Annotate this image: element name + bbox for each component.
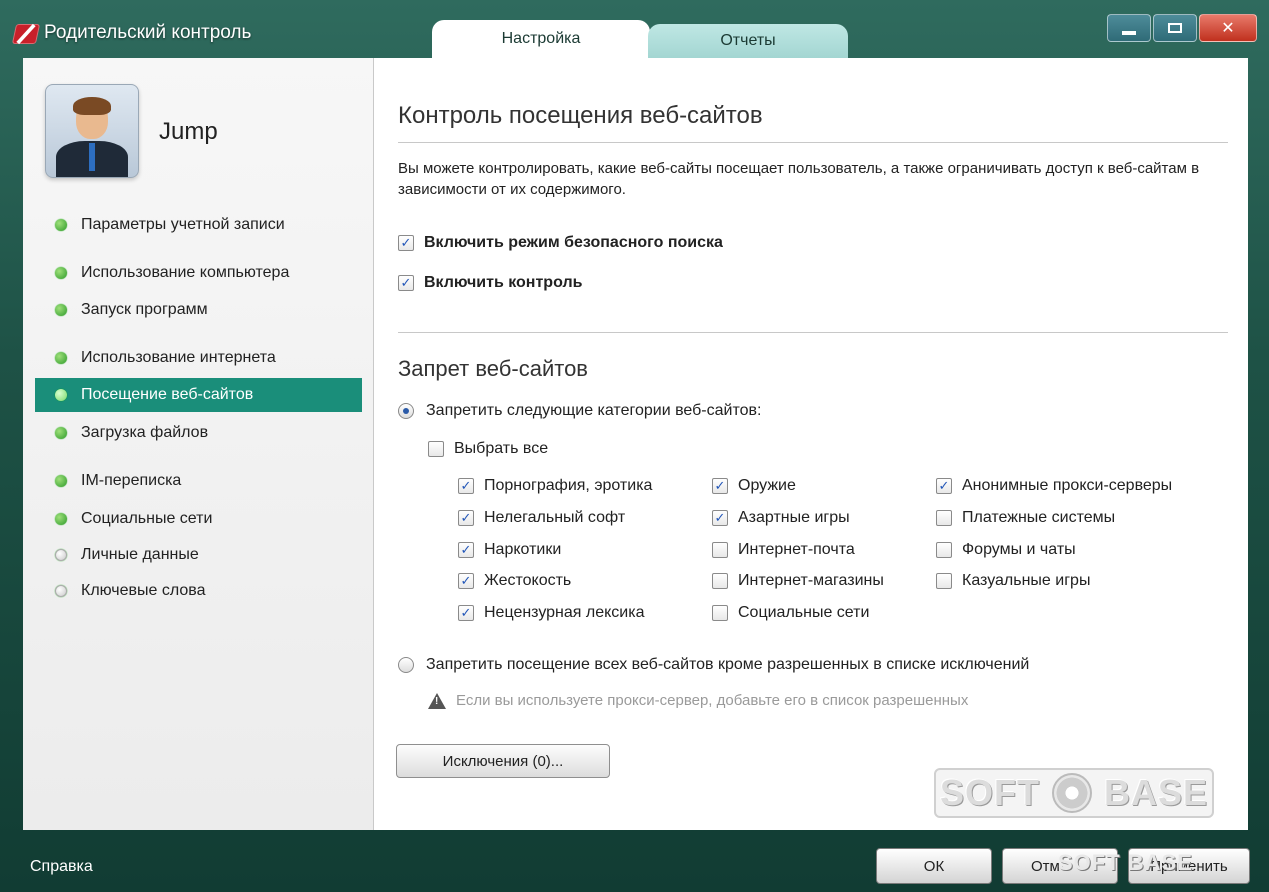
status-dot-off-icon	[55, 549, 67, 561]
user-name: Jump	[159, 118, 218, 145]
checkbox-empty-icon	[428, 441, 444, 457]
sidebar-item-file-downloads[interactable]: Загрузка файлов	[35, 416, 362, 450]
category-checkbox[interactable]: ✓ Анонимные прокси-серверы	[936, 477, 1172, 495]
sidebar-item-personal-data[interactable]: Личные данные	[35, 538, 362, 572]
checkbox-checked-icon: ✓	[458, 478, 474, 494]
status-dot-icon	[55, 513, 67, 525]
category-checkbox[interactable]: ✓ Порнография, эротика	[458, 477, 652, 495]
page-description: Вы можете контролировать, какие веб-сайт…	[398, 160, 1200, 198]
checkbox-empty-icon	[936, 573, 952, 589]
category-checkbox[interactable]: Интернет-магазины	[712, 572, 884, 590]
checkbox-empty-icon	[712, 542, 728, 558]
category-checkbox[interactable]: Социальные сети	[712, 604, 869, 622]
checkbox-empty-icon	[712, 605, 728, 621]
maximize-icon	[1168, 23, 1182, 33]
footer-watermark: SOFT BASE	[1058, 850, 1193, 875]
checkbox-checked-icon: ✓	[458, 510, 474, 526]
minimize-button[interactable]	[1107, 14, 1151, 42]
category-checkbox[interactable]: ✓ Нелегальный софт	[458, 509, 625, 527]
status-dot-icon	[55, 427, 67, 439]
checkbox-checked-icon: ✓	[458, 573, 474, 589]
status-dot-icon	[55, 219, 67, 231]
section-title-block: Запрет веб-сайтов	[398, 356, 588, 381]
checkbox-checked-icon: ✓	[936, 478, 952, 494]
select-all-checkbox[interactable]: Выбрать все	[428, 440, 548, 458]
divider	[398, 332, 1228, 333]
window-title: Родительский контроль	[44, 22, 252, 43]
main-content: Контроль посещения веб-сайтов Вы можете …	[374, 58, 1248, 830]
category-checkbox[interactable]: ✓ Азартные игры	[712, 509, 850, 527]
sidebar-item-account-settings[interactable]: Параметры учетной записи	[35, 208, 362, 242]
category-checkbox[interactable]: Казуальные игры	[936, 572, 1090, 590]
status-dot-off-icon	[55, 585, 67, 597]
sidebar-item-im-messaging[interactable]: IM-переписка	[35, 464, 362, 498]
checkbox-checked-icon: ✓	[458, 542, 474, 558]
tab-settings[interactable]: Настройка	[432, 20, 650, 58]
minimize-icon	[1122, 31, 1136, 35]
divider	[398, 142, 1228, 143]
radio-selected-icon	[398, 403, 414, 419]
window-controls: ✕	[1107, 14, 1257, 42]
safe-search-checkbox[interactable]: ✓ Включить режим безопасного поиска	[398, 234, 723, 252]
checkbox-empty-icon	[936, 510, 952, 526]
help-link[interactable]: Справка	[30, 858, 93, 876]
category-checkbox[interactable]: Интернет-почта	[712, 541, 855, 559]
ok-button[interactable]: ОК	[876, 848, 992, 884]
footer: Справка ОК Отм Применить SOFT BASE	[0, 830, 1269, 892]
category-checkbox[interactable]: Форумы и чаты	[936, 541, 1076, 559]
category-checkbox[interactable]: ✓ Жестокость	[458, 572, 571, 590]
avatar[interactable]	[45, 84, 139, 178]
sidebar-item-program-launch[interactable]: Запуск программ	[35, 293, 362, 327]
gear-icon	[1051, 773, 1092, 813]
title-bar: Родительский контроль Настройка Отчеты ✕	[0, 0, 1269, 58]
status-dot-icon	[55, 267, 67, 279]
category-checkbox[interactable]: ✓ Нецензурная лексика	[458, 604, 645, 622]
parental-control-window: Родительский контроль Настройка Отчеты ✕…	[0, 0, 1269, 892]
status-dot-icon	[55, 475, 67, 487]
tab-reports[interactable]: Отчеты	[648, 24, 848, 58]
kaspersky-logo-icon	[11, 24, 41, 44]
proxy-warning: Если вы используете прокси-сервер, добав…	[428, 692, 968, 709]
checkbox-checked-icon: ✓	[712, 510, 728, 526]
checkbox-checked-icon: ✓	[398, 235, 414, 251]
sidebar-item-internet-usage[interactable]: Использование интернета	[35, 341, 362, 375]
radio-block-categories[interactable]: Запретить следующие категории веб-сайтов…	[398, 402, 761, 420]
enable-control-checkbox[interactable]: ✓ Включить контроль	[398, 274, 582, 292]
sidebar-item-social-networks[interactable]: Социальные сети	[35, 502, 362, 536]
sidebar-item-computer-usage[interactable]: Использование компьютера	[35, 256, 362, 290]
radio-unselected-icon	[398, 657, 414, 673]
status-dot-icon	[55, 352, 67, 364]
checkbox-empty-icon	[712, 573, 728, 589]
checkbox-checked-icon: ✓	[458, 605, 474, 621]
sidebar-item-keywords[interactable]: Ключевые слова	[35, 574, 362, 608]
radio-block-all-except[interactable]: Запретить посещение всех веб-сайтов кром…	[398, 656, 1029, 674]
close-button[interactable]: ✕	[1199, 14, 1257, 42]
exceptions-button[interactable]: Исключения (0)...	[396, 744, 610, 778]
status-dot-icon	[55, 304, 67, 316]
page-title: Контроль посещения веб-сайтов	[398, 102, 763, 129]
category-checkbox[interactable]: ✓ Оружие	[712, 477, 796, 495]
status-dot-icon	[55, 389, 67, 401]
sidebar: Jump Параметры учетной записи Использова…	[23, 58, 374, 830]
warning-icon	[428, 692, 446, 709]
sidebar-item-website-visits[interactable]: Посещение веб-сайтов	[35, 378, 362, 412]
category-checkbox[interactable]: Платежные системы	[936, 509, 1115, 527]
softbase-watermark: SOFT BASE	[934, 768, 1214, 818]
close-icon: ✕	[1221, 20, 1235, 37]
checkbox-checked-icon: ✓	[398, 275, 414, 291]
checkbox-empty-icon	[936, 542, 952, 558]
category-checkbox[interactable]: ✓ Наркотики	[458, 541, 561, 559]
maximize-button[interactable]	[1153, 14, 1197, 42]
checkbox-checked-icon: ✓	[712, 478, 728, 494]
